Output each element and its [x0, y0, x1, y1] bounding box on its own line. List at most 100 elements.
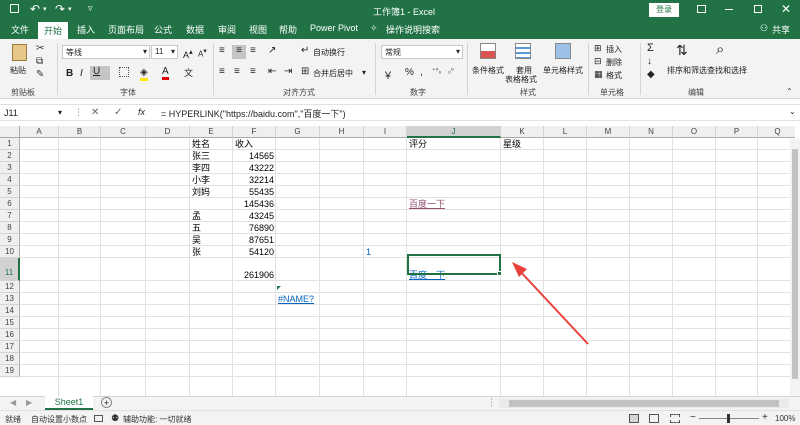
customize-quick-access-icon[interactable]: ▿: [88, 3, 93, 14]
orientation-icon[interactable]: ↗: [268, 45, 276, 56]
collapse-ribbon-icon[interactable]: ⌃: [786, 87, 793, 96]
cell-styles-button[interactable]: 单元格样式: [543, 65, 583, 76]
redo-dropdown-icon[interactable]: ▾: [68, 5, 72, 13]
insert-cells-button[interactable]: 插入: [606, 44, 622, 55]
paste-icon[interactable]: [12, 44, 27, 61]
accessibility-icon[interactable]: ⚉: [111, 413, 119, 424]
currency-icon[interactable]: ￥: [383, 67, 393, 82]
minimize-icon[interactable]: [725, 9, 733, 10]
increase-font-icon[interactable]: A▴: [183, 47, 193, 60]
percent-icon[interactable]: %: [405, 67, 414, 78]
menu-file[interactable]: 文件: [11, 23, 29, 36]
menu-page-layout[interactable]: 页面布局: [108, 23, 144, 36]
font-name-select[interactable]: 等线 ▾: [62, 45, 150, 59]
chevron-down-icon[interactable]: ▾: [58, 108, 62, 117]
zoom-level[interactable]: 100%: [775, 414, 795, 423]
format-cells-button[interactable]: 格式: [606, 70, 622, 81]
menu-formulas[interactable]: 公式: [154, 23, 172, 36]
align-right-icon[interactable]: ≡: [250, 66, 256, 77]
add-sheet-icon[interactable]: +: [101, 397, 112, 408]
menu-power-pivot[interactable]: Power Pivot: [310, 23, 358, 33]
page-break-view-icon[interactable]: [670, 414, 680, 423]
align-middle-icon[interactable]: ≡: [232, 45, 246, 59]
clear-icon[interactable]: ◆: [647, 69, 655, 80]
share-icon[interactable]: ⚇: [760, 23, 768, 34]
tell-me-search[interactable]: 操作说明搜索: [386, 23, 440, 36]
menu-insert[interactable]: 插入: [77, 23, 95, 36]
menu-home[interactable]: 开始: [38, 22, 69, 39]
formula-input[interactable]: = HYPERLINK("https://baidu.com","百度一下"): [161, 107, 346, 120]
sort-filter-button[interactable]: 排序和筛选: [667, 65, 707, 76]
macro-record-icon[interactable]: [94, 415, 103, 422]
page-layout-view-icon[interactable]: [649, 414, 659, 423]
redo-icon[interactable]: ↷: [55, 2, 65, 16]
zoom-out-icon[interactable]: −: [690, 412, 696, 423]
font-size-select[interactable]: 11 ▾: [151, 45, 178, 59]
cut-icon[interactable]: ✂: [36, 43, 44, 54]
borders-icon[interactable]: [119, 67, 129, 77]
name-box[interactable]: J11: [4, 108, 18, 118]
paste-button[interactable]: 粘贴: [10, 65, 26, 76]
increase-indent-icon[interactable]: ⇥: [284, 66, 292, 77]
undo-dropdown-icon[interactable]: ▾: [43, 5, 47, 13]
save-icon[interactable]: [10, 4, 19, 13]
restore-icon[interactable]: [754, 5, 762, 13]
expand-formula-icon[interactable]: ⌄: [789, 107, 796, 116]
underline-button[interactable]: U: [90, 66, 110, 80]
comma-icon[interactable]: ,: [420, 67, 423, 78]
font-color-icon[interactable]: A: [162, 66, 169, 80]
status-accessibility[interactable]: 辅助功能: 一切就绪: [123, 414, 191, 425]
bold-button[interactable]: B: [66, 68, 73, 79]
menu-view[interactable]: 视图: [249, 23, 267, 36]
menu-review[interactable]: 审阅: [218, 23, 236, 36]
menu-bar: 文件 开始 插入 页面布局 公式 数据 审阅 视图 帮助 Power Pivot…: [0, 20, 800, 39]
horizontal-scrollbar[interactable]: [499, 399, 789, 408]
number-format-value: 常规: [385, 48, 401, 57]
align-center-icon[interactable]: ≡: [234, 66, 240, 77]
delete-cells-button[interactable]: 删除: [606, 57, 622, 68]
menu-data[interactable]: 数据: [186, 23, 204, 36]
cancel-icon[interactable]: ✕: [91, 107, 99, 118]
worksheet-grid[interactable]: ABCDEFGHIJKLMNOPQ 1 2 3 4 5 6 7 8 9 10 11 12 13 14 15 1…: [0, 126, 795, 396]
italic-button[interactable]: I: [80, 68, 83, 79]
wrap-text-button[interactable]: 自动换行: [313, 47, 345, 58]
vertical-scrollbar[interactable]: [790, 139, 800, 396]
enter-icon[interactable]: ✓: [114, 107, 122, 118]
zoom-slider-thumb[interactable]: [727, 414, 730, 423]
align-top-icon[interactable]: ≡: [219, 45, 225, 56]
merge-center-button[interactable]: 合并后居中: [313, 68, 353, 79]
scroll-thumb[interactable]: [792, 149, 798, 379]
decrease-decimal-icon[interactable]: ₀⁰: [448, 67, 454, 75]
scroll-tabs-left-icon[interactable]: ◀: [10, 398, 16, 407]
decrease-indent-icon[interactable]: ⇤: [268, 66, 276, 77]
insert-function-button[interactable]: fx: [138, 107, 145, 117]
undo-icon[interactable]: ↶: [30, 2, 40, 16]
normal-view-icon[interactable]: [629, 414, 639, 423]
copy-icon[interactable]: ⧉: [36, 56, 43, 67]
format-as-table-button-line2[interactable]: 表格格式: [505, 74, 537, 85]
number-format-select[interactable]: 常规 ▾: [381, 45, 463, 59]
conditional-format-button[interactable]: 条件格式: [472, 65, 504, 76]
sheet-tab-sheet1[interactable]: Sheet1: [45, 396, 93, 410]
find-select-button[interactable]: 查找和选择: [707, 65, 747, 76]
ribbon-display-options-icon[interactable]: [697, 5, 706, 13]
phonetic-icon[interactable]: 文: [184, 66, 193, 79]
fill-icon[interactable]: ↓: [647, 56, 652, 67]
scroll-thumb[interactable]: [509, 400, 779, 407]
close-icon[interactable]: ✕: [781, 2, 791, 16]
chevron-down-icon[interactable]: ▾: [362, 68, 366, 77]
scroll-tabs-right-icon[interactable]: ▶: [26, 398, 32, 407]
zoom-in-icon[interactable]: +: [762, 412, 768, 423]
login-button[interactable]: 登录: [649, 3, 679, 17]
share-button[interactable]: 共享: [772, 23, 790, 36]
autosum-icon[interactable]: Σ: [647, 42, 654, 54]
decrease-font-icon[interactable]: A▾: [198, 47, 207, 59]
align-left-icon[interactable]: ≡: [219, 66, 225, 77]
zoom-slider[interactable]: [699, 414, 759, 423]
fill-color-icon[interactable]: ◈: [140, 67, 148, 81]
insert-cells-icon: ⊞: [594, 43, 602, 53]
menu-help[interactable]: 帮助: [279, 23, 297, 36]
increase-decimal-icon[interactable]: ⁺⁰₀: [432, 67, 441, 75]
align-bottom-icon[interactable]: ≡: [250, 45, 256, 56]
format-painter-icon[interactable]: ✎: [36, 69, 44, 80]
